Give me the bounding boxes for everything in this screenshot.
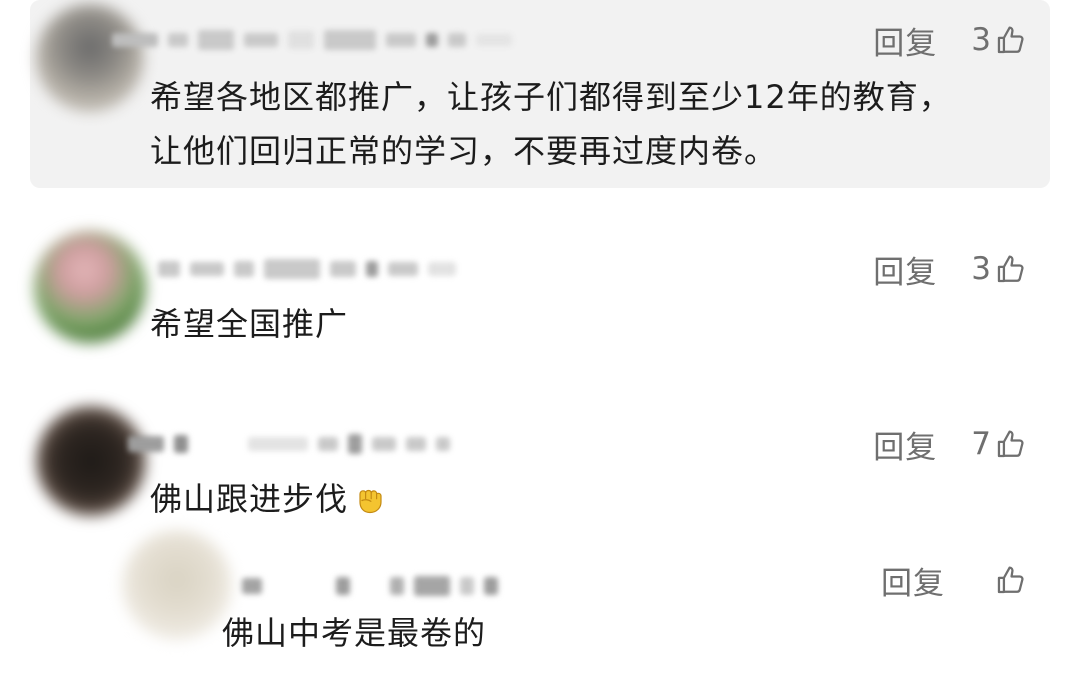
like-button[interactable]: 3 [971,22,1028,58]
reply-button[interactable]: 回复 [873,422,937,467]
comment-text: 佛山跟进步伐 [150,472,388,526]
comment-text: 希望各地区都推广，让孩子们都得到至少12年的教育， 让他们回归正常的学习，不要再… [150,70,952,178]
comment-list: 回复 3 希望各地区都推广，让孩子们都得到至少12年的教育， 让他们回归正常的学… [0,0,1080,681]
raised-fist-emoji [352,478,388,514]
avatar[interactable] [36,4,144,112]
comment-actions: 回复 7 [873,422,1028,467]
avatar[interactable] [34,231,146,343]
comment-item[interactable]: 回复 7 佛山跟进步伐 [0,400,1080,530]
comment-text-line: 希望各地区都推广，让孩子们都得到至少12年的教育， [150,78,952,116]
comment-text-line: 佛山跟进步伐 [150,480,349,518]
comment-actions: 回复 3 [873,247,1028,292]
like-button[interactable] [991,563,1028,597]
like-count: 3 [971,251,991,287]
username-redacted[interactable] [112,28,512,52]
comment-text-line: 佛山中考是最卷的 [222,614,487,652]
like-count: 3 [971,22,991,58]
comment-actions: 回复 3 [873,18,1028,63]
comment-text-line: 希望全国推广 [150,305,349,343]
reply-item[interactable]: 回复 佛山中考是最卷的 [0,530,1080,681]
comment-text: 佛山中考是最卷的 [222,606,486,660]
thumbs-up-icon [994,563,1028,597]
avatar[interactable] [122,530,232,640]
comment-actions: 回复 [881,558,1028,603]
username-redacted[interactable] [158,257,456,281]
like-button[interactable]: 7 [971,426,1028,462]
like-button[interactable]: 3 [971,251,1028,287]
comment-item[interactable]: 回复 3 希望全国推广 [0,225,1080,365]
reply-button[interactable]: 回复 [873,18,937,63]
comment-item[interactable]: 回复 3 希望各地区都推广，让孩子们都得到至少12年的教育， 让他们回归正常的学… [0,0,1080,190]
comment-text: 希望全国推广 [150,297,348,351]
reply-button[interactable]: 回复 [873,247,937,292]
reply-button[interactable]: 回复 [881,558,945,603]
thumbs-up-icon [994,23,1028,57]
username-redacted[interactable] [128,432,450,456]
avatar[interactable] [36,406,146,516]
like-count: 7 [971,426,991,462]
username-redacted[interactable] [242,574,498,598]
thumbs-up-icon [994,252,1028,286]
comment-text-line: 让他们回归正常的学习，不要再过度内卷。 [150,132,778,170]
thumbs-up-icon [994,427,1028,461]
